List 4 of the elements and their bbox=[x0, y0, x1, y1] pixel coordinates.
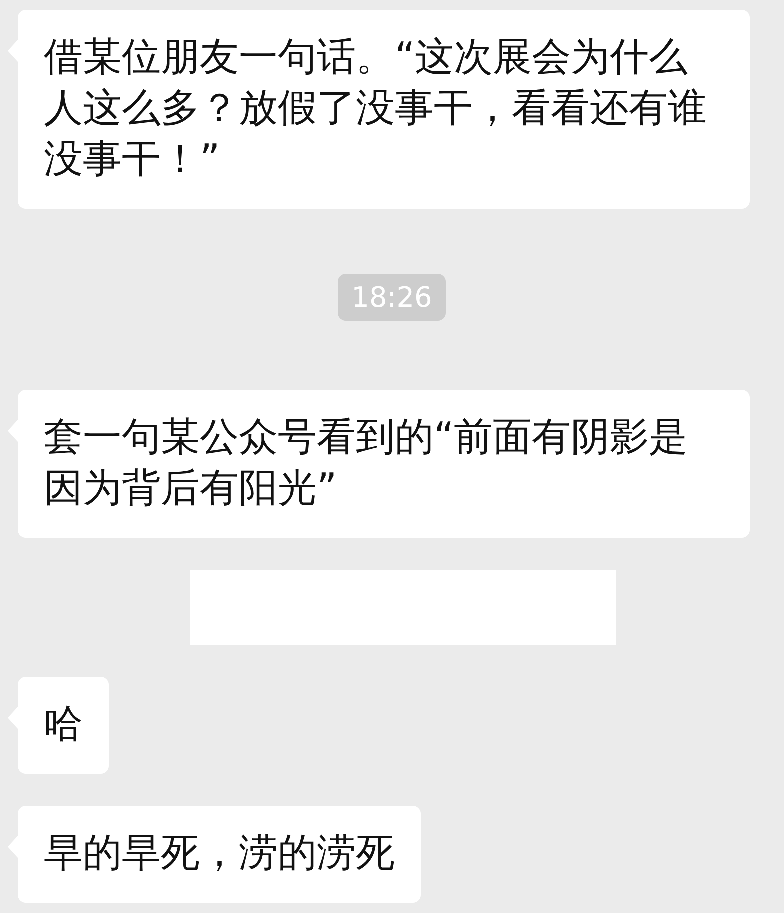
message-bubble: 套一句某公众号看到的“前面有阴影是因为背后有阳光” bbox=[18, 390, 750, 538]
message-bubble: 借某位朋友一句话。“这次展会为什么人这么多？放假了没事干，看看还有谁没事干！” bbox=[18, 10, 750, 209]
message-bubble: 哈 bbox=[18, 677, 109, 774]
message-bubble: 旱的旱死，涝的涝死 bbox=[18, 806, 421, 903]
